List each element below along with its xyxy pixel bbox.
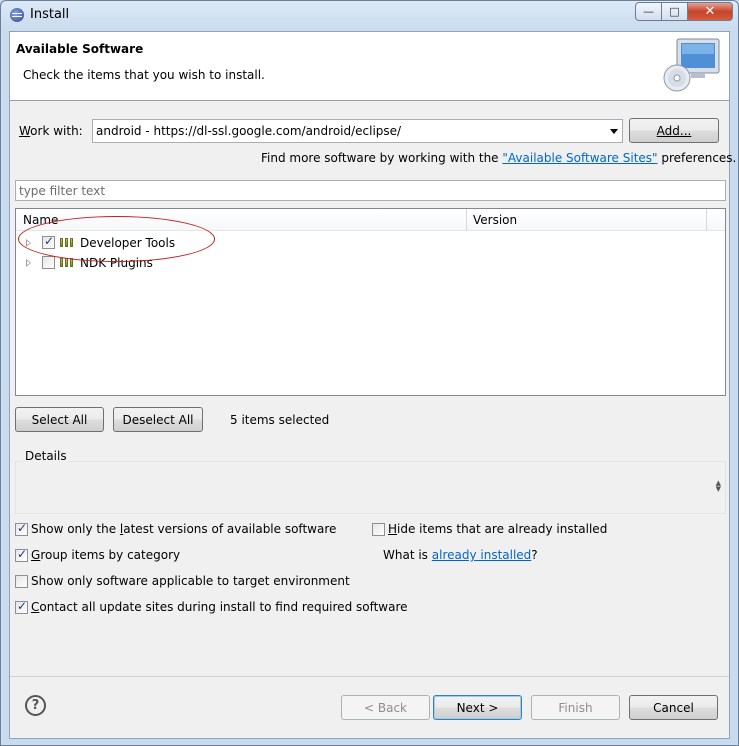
filter-input[interactable]: type filter text bbox=[15, 180, 726, 201]
add-site-button[interactable]: Add... bbox=[629, 118, 719, 143]
feature-group-icon bbox=[60, 258, 74, 267]
available-software-sites-link[interactable]: "Available Software Sites" bbox=[502, 151, 657, 165]
tree-item-ndk-plugins[interactable]: NDK Plugins bbox=[16, 253, 725, 273]
work-with-combo[interactable]: android - https://dl-ssl.google.com/andr… bbox=[92, 119, 623, 143]
filter-placeholder: type filter text bbox=[19, 184, 106, 198]
target-environment-checkbox[interactable] bbox=[15, 574, 28, 588]
footer-divider bbox=[10, 676, 729, 677]
tree-item-developer-tools[interactable]: Developer Tools bbox=[16, 233, 725, 253]
expand-arrow-icon[interactable] bbox=[26, 239, 31, 247]
details-area[interactable]: ▲ ▼ bbox=[15, 461, 726, 514]
column-name[interactable]: Name bbox=[23, 213, 58, 227]
selection-status: 5 items selected bbox=[230, 413, 330, 427]
details-title: Details bbox=[23, 449, 69, 463]
ndk-plugins-checkbox[interactable] bbox=[42, 256, 55, 269]
latest-versions-checkbox[interactable] bbox=[15, 521, 28, 536]
wizard-header: Available Software Check the items that … bbox=[10, 32, 729, 101]
hide-installed-checkbox[interactable] bbox=[372, 522, 385, 536]
install-dialog: Install — □ ✕ Available Software Check t… bbox=[0, 0, 739, 746]
find-more-text: Find more software by working with the "… bbox=[261, 151, 737, 165]
dialog-body: Available Software Check the items that … bbox=[9, 31, 736, 739]
minimize-button[interactable]: — bbox=[635, 2, 662, 21]
work-with-value: android - https://dl-ssl.google.com/andr… bbox=[96, 124, 402, 138]
computer-cd-icon bbox=[663, 38, 720, 92]
column-version[interactable]: Version bbox=[473, 213, 517, 227]
tree-header: Name Version bbox=[16, 209, 725, 231]
option-group-category[interactable]: Group items by category bbox=[15, 547, 181, 562]
option-hide-installed[interactable]: Hide items that are already installed bbox=[372, 522, 607, 536]
chevron-down-icon[interactable] bbox=[610, 129, 618, 134]
deselect-all-button[interactable]: Deselect All bbox=[113, 407, 203, 432]
expand-arrow-icon[interactable] bbox=[26, 259, 31, 267]
software-tree[interactable]: Name Version Developer Tools NDK Plugins bbox=[15, 208, 726, 396]
page-title: Available Software bbox=[16, 42, 144, 56]
option-target-environment[interactable]: Show only software applicable to target … bbox=[15, 574, 350, 588]
group-category-checkbox[interactable] bbox=[15, 547, 28, 562]
column-divider[interactable] bbox=[706, 209, 707, 231]
contact-sites-checkbox[interactable] bbox=[15, 599, 28, 614]
eclipse-icon bbox=[10, 8, 24, 22]
option-label: Contact all update sites during install … bbox=[31, 600, 408, 614]
option-label: Hide items that are already installed bbox=[388, 522, 608, 536]
feature-group-icon bbox=[60, 238, 74, 247]
tree-item-label: Developer Tools bbox=[80, 236, 176, 250]
page-description: Check the items that you wish to install… bbox=[23, 68, 265, 82]
title-bar[interactable]: Install — □ ✕ bbox=[1, 1, 738, 29]
option-label: Show only software applicable to target … bbox=[31, 574, 350, 588]
column-divider[interactable] bbox=[466, 209, 467, 231]
select-all-button[interactable]: Select All bbox=[15, 407, 104, 432]
tree-item-label: NDK Plugins bbox=[80, 256, 153, 270]
option-label: Group items by category bbox=[31, 548, 181, 562]
window-title: Install bbox=[30, 7, 70, 22]
window-controls: — □ ✕ bbox=[635, 2, 733, 21]
what-is-installed-text: What is already installed? bbox=[383, 548, 538, 562]
cancel-button[interactable]: Cancel bbox=[629, 695, 718, 720]
back-button[interactable]: < Back bbox=[341, 695, 430, 720]
finish-button[interactable]: Finish bbox=[531, 695, 620, 720]
next-button[interactable]: Next > bbox=[433, 695, 522, 720]
maximize-button[interactable]: □ bbox=[662, 2, 688, 21]
close-button[interactable]: ✕ bbox=[688, 2, 733, 21]
help-icon[interactable]: ? bbox=[25, 695, 46, 716]
scroll-spinner-icon[interactable]: ▲ ▼ bbox=[716, 480, 721, 493]
work-with-label: Work with: bbox=[19, 124, 83, 138]
option-latest-versions[interactable]: Show only the latest versions of availab… bbox=[15, 521, 337, 536]
developer-tools-checkbox[interactable] bbox=[42, 234, 55, 249]
option-contact-sites[interactable]: Contact all update sites during install … bbox=[15, 599, 408, 614]
option-label: Show only the latest versions of availab… bbox=[31, 522, 337, 536]
already-installed-link[interactable]: already installed bbox=[432, 548, 532, 562]
